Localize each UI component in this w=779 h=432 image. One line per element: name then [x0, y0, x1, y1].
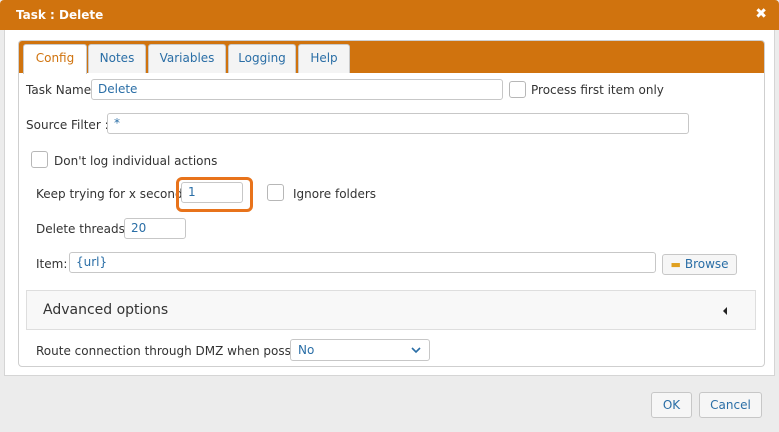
item-input[interactable]: {url}	[69, 252, 656, 273]
keep-trying-label: Keep trying for x seconds:	[36, 187, 193, 201]
route-label: Route connection through DMZ when possib…	[36, 344, 317, 358]
tab-help[interactable]: Help	[298, 44, 350, 73]
route-select[interactable]: No	[290, 339, 430, 361]
dont-log-checkbox[interactable]	[31, 151, 48, 168]
keep-trying-highlight	[176, 177, 253, 212]
browse-label: Browse	[684, 257, 729, 271]
delete-threads-input[interactable]: 20	[124, 218, 186, 239]
folder-icon: ▬	[670, 258, 681, 271]
item-label: Item:	[36, 257, 68, 271]
caret-left-icon	[723, 307, 727, 315]
tab-config[interactable]: Config	[23, 44, 87, 74]
ignore-folders-checkbox[interactable]	[267, 184, 284, 201]
tab-variables[interactable]: Variables	[148, 44, 226, 73]
advanced-options-toggle[interactable]: Advanced options	[26, 290, 756, 330]
source-filter-label: Source Filter :	[26, 118, 109, 132]
cancel-button[interactable]: Cancel	[699, 392, 762, 418]
dialog-title: Task : Delete	[16, 8, 104, 22]
dont-log-label: Don't log individual actions	[54, 154, 218, 168]
tab-logging[interactable]: Logging	[228, 44, 296, 73]
tab-strip: Config Notes Variables Logging Help	[19, 41, 764, 74]
process-first-label: Process first item only	[531, 83, 664, 97]
advanced-options-label: Advanced options	[43, 302, 169, 318]
ignore-folders-label: Ignore folders	[293, 187, 377, 201]
ok-button[interactable]: OK	[651, 392, 692, 418]
task-name-label: Task Name:	[26, 83, 96, 97]
close-icon[interactable]: ✖	[755, 6, 767, 22]
dialog-titlebar: Task : Delete ✖	[0, 0, 779, 30]
delete-threads-label: Delete threads:	[36, 222, 129, 236]
task-name-input[interactable]: Delete	[91, 79, 503, 100]
route-select-value: No	[298, 343, 315, 357]
browse-button[interactable]: ▬ Browse	[662, 254, 737, 275]
process-first-checkbox[interactable]	[509, 81, 526, 98]
source-filter-input[interactable]: *	[107, 113, 689, 134]
chevron-down-icon	[411, 347, 421, 354]
tab-notes[interactable]: Notes	[88, 44, 146, 73]
